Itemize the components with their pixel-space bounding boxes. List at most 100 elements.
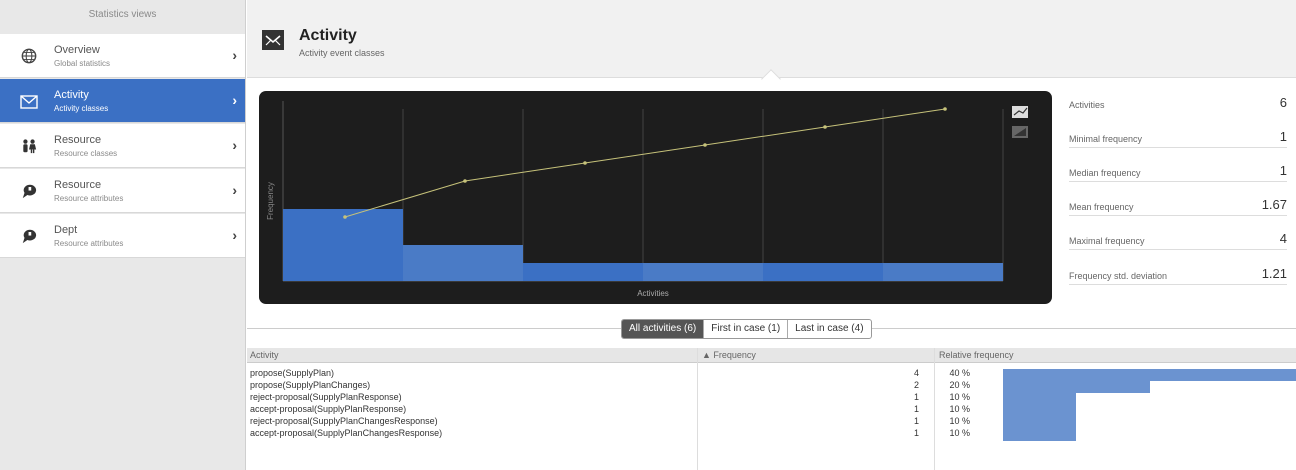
stat-label: Maximal frequency (1069, 236, 1145, 246)
bar (523, 263, 643, 281)
envelope-icon (262, 30, 284, 50)
data-point (583, 161, 587, 165)
column-header-frequency[interactable]: ▲ Frequency (702, 350, 756, 360)
divider (1069, 215, 1287, 216)
stat-value: 4 (1279, 231, 1287, 246)
sidebar-item-overview[interactable]: Overview Global statistics › (0, 34, 245, 78)
cell-relative: 20 % (949, 380, 970, 390)
stat-value: 6 (1279, 95, 1287, 110)
stat-value: 1.21 (1261, 266, 1287, 281)
chevron-right-icon: › (232, 137, 237, 153)
cell-relative: 10 % (949, 404, 970, 414)
table-row[interactable]: propose(SupplyPlanChanges) 2 20 % (247, 380, 1296, 393)
stat-mean-frequency: Mean frequency 1.67 (1069, 194, 1287, 220)
cell-frequency: 1 (913, 392, 919, 402)
sidebar-item-label: Activity (54, 89, 89, 101)
bar (763, 263, 883, 281)
chevron-right-icon: › (232, 227, 237, 243)
sidebar-item-label: Dept (54, 224, 78, 236)
sidebar-item-activity[interactable]: Activity Activity classes › (0, 79, 245, 123)
relative-frequency-bar (1003, 429, 1077, 441)
people-icon (23, 139, 37, 154)
sidebar-item-sublabel: Resource attributes (54, 194, 124, 203)
page-subtitle: Activity event classes (299, 48, 385, 58)
table-row[interactable]: reject-proposal(SupplyPlanChangesRespons… (247, 416, 1296, 429)
sidebar-item-label: Resource (54, 134, 102, 146)
column-header-relative-frequency[interactable]: Relative frequency (939, 350, 1014, 360)
speech-bubble-icon (22, 229, 37, 244)
globe-icon (21, 48, 37, 64)
table-header: Activity ▲ Frequency Relative frequency (247, 348, 1296, 363)
tab-first-in-case[interactable]: First in case (1) (704, 320, 789, 338)
stat-minimal-frequency: Minimal frequency 1 (1069, 126, 1287, 152)
sidebar-item-label: Overview (54, 44, 100, 56)
cell-frequency: 1 (913, 416, 919, 426)
table-row[interactable]: reject-proposal(SupplyPlanResponse) 1 10… (247, 392, 1296, 405)
sidebar-item-label: Resource (54, 179, 102, 191)
cell-relative: 10 % (949, 416, 970, 426)
sidebar-item-sublabel: Global statistics (54, 59, 111, 68)
cell-frequency: 4 (913, 368, 919, 378)
stat-label: Frequency std. deviation (1069, 271, 1168, 281)
chevron-right-icon: › (232, 92, 237, 108)
sidebar-title: Statistics views (88, 9, 157, 20)
cell-activity: propose(SupplyPlan) (250, 368, 335, 378)
stat-median-frequency: Median frequency 1 (1069, 160, 1287, 186)
envelope-icon (20, 95, 38, 109)
stat-label: Minimal frequency (1069, 134, 1143, 144)
table-row[interactable]: accept-proposal(SupplyPlanResponse) 1 10… (247, 404, 1296, 417)
cell-relative: 10 % (949, 428, 970, 438)
cell-relative: 10 % (949, 392, 970, 402)
data-point (343, 215, 347, 219)
activity-table: Activity ▲ Frequency Relative frequency … (247, 348, 1296, 470)
data-point (943, 107, 947, 111)
cell-activity: reject-proposal(SupplyPlanResponse) (250, 392, 402, 402)
stat-label: Median frequency (1069, 168, 1141, 178)
chart-svg: Activities Frequency (266, 101, 1028, 298)
cell-activity: accept-proposal(SupplyPlanChangesRespons… (250, 428, 443, 438)
bar (403, 245, 523, 281)
bar (883, 263, 1003, 281)
table-row[interactable]: accept-proposal(SupplyPlanChangesRespons… (247, 428, 1296, 441)
data-point (463, 179, 467, 183)
table-row[interactable]: propose(SupplyPlan) 4 40 % (247, 368, 1296, 381)
y-axis-label: Frequency (266, 182, 275, 220)
bar (643, 263, 763, 281)
stat-value: 1.67 (1261, 197, 1287, 212)
sidebar: Statistics views Overview Global statist… (0, 0, 246, 470)
tab-last-in-case[interactable]: Last in case (4) (788, 320, 870, 338)
stat-frequency-std-deviation: Frequency std. deviation 1.21 (1069, 263, 1287, 289)
column-header-activity[interactable]: Activity (250, 350, 279, 360)
sidebar-item-resource-classes[interactable]: Resource Resource classes › (0, 124, 245, 168)
sidebar-item-resource-attributes[interactable]: Resource Resource attributes › (0, 169, 245, 213)
cell-frequency: 1 (913, 404, 919, 414)
sidebar-item-dept[interactable]: Dept Resource attributes › (0, 214, 245, 258)
divider (1069, 181, 1287, 182)
cell-activity: accept-proposal(SupplyPlanResponse) (250, 404, 407, 414)
stat-activities: Activities 6 (1069, 92, 1287, 118)
cell-activity: propose(SupplyPlanChanges) (250, 380, 371, 390)
cell-frequency: 1 (913, 428, 919, 438)
cell-activity: reject-proposal(SupplyPlanChangesRespons… (250, 416, 438, 426)
chevron-right-icon: › (232, 47, 237, 63)
filter-tabs: All activities (6) First in case (1) Las… (621, 319, 872, 339)
divider (1069, 249, 1287, 250)
sidebar-item-sublabel: Resource attributes (54, 239, 124, 248)
frequency-chart: Activities Frequency (259, 91, 1052, 304)
speech-bubble-icon (22, 184, 37, 199)
stat-label: Mean frequency (1069, 202, 1134, 212)
sidebar-item-sublabel: Activity classes (54, 104, 109, 113)
stat-maximal-frequency: Maximal frequency 4 (1069, 228, 1287, 254)
divider (1069, 284, 1287, 285)
stat-value: 1 (1279, 129, 1287, 144)
page-header: Activity Activity event classes (247, 0, 1296, 78)
divider (1069, 147, 1287, 148)
data-point (823, 125, 827, 129)
tab-all-activities[interactable]: All activities (6) (622, 320, 705, 338)
cell-relative: 40 % (949, 368, 970, 378)
data-point (703, 143, 707, 147)
cumulative-line (344, 108, 946, 218)
bar (283, 209, 403, 281)
cell-frequency: 2 (913, 380, 919, 390)
x-axis-label: Activities (637, 289, 669, 298)
